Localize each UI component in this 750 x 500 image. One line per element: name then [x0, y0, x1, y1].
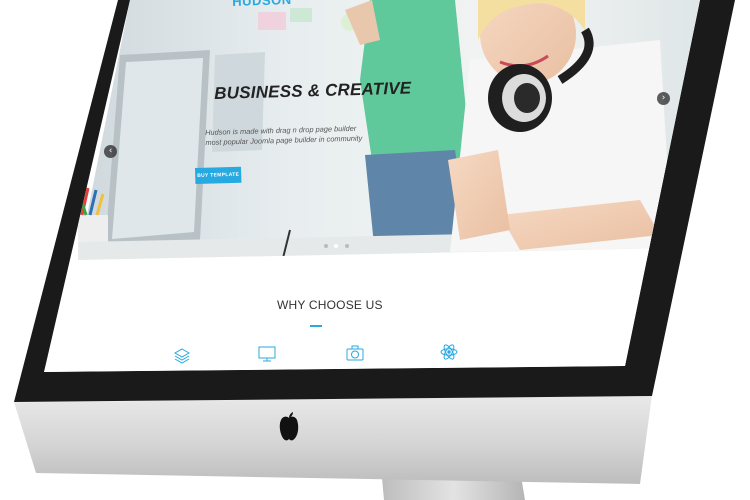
layers-icon[interactable]: [172, 346, 192, 366]
buy-template-button[interactable]: BUY TEMPLATE: [195, 166, 242, 184]
slider-dots: [324, 244, 351, 262]
section-title-underline: [310, 325, 322, 327]
section-title: WHY CHOOSE US: [277, 298, 383, 312]
slider-dot[interactable]: [344, 244, 349, 248]
imac-chin: [14, 395, 652, 484]
atom-icon[interactable]: [439, 342, 459, 362]
camera-icon[interactable]: [345, 343, 365, 363]
imac-mockup: HUDSON BUSINESS & CREATIVE Hudson is mad…: [0, 0, 750, 500]
slider-next-button[interactable]: ›: [657, 92, 670, 105]
slider-dot[interactable]: [324, 244, 328, 248]
slider-dot-active[interactable]: [334, 244, 339, 248]
imac-frame-art: [13, 0, 735, 500]
slider-prev-button[interactable]: ‹: [104, 145, 117, 158]
monitor-icon[interactable]: [257, 344, 277, 364]
